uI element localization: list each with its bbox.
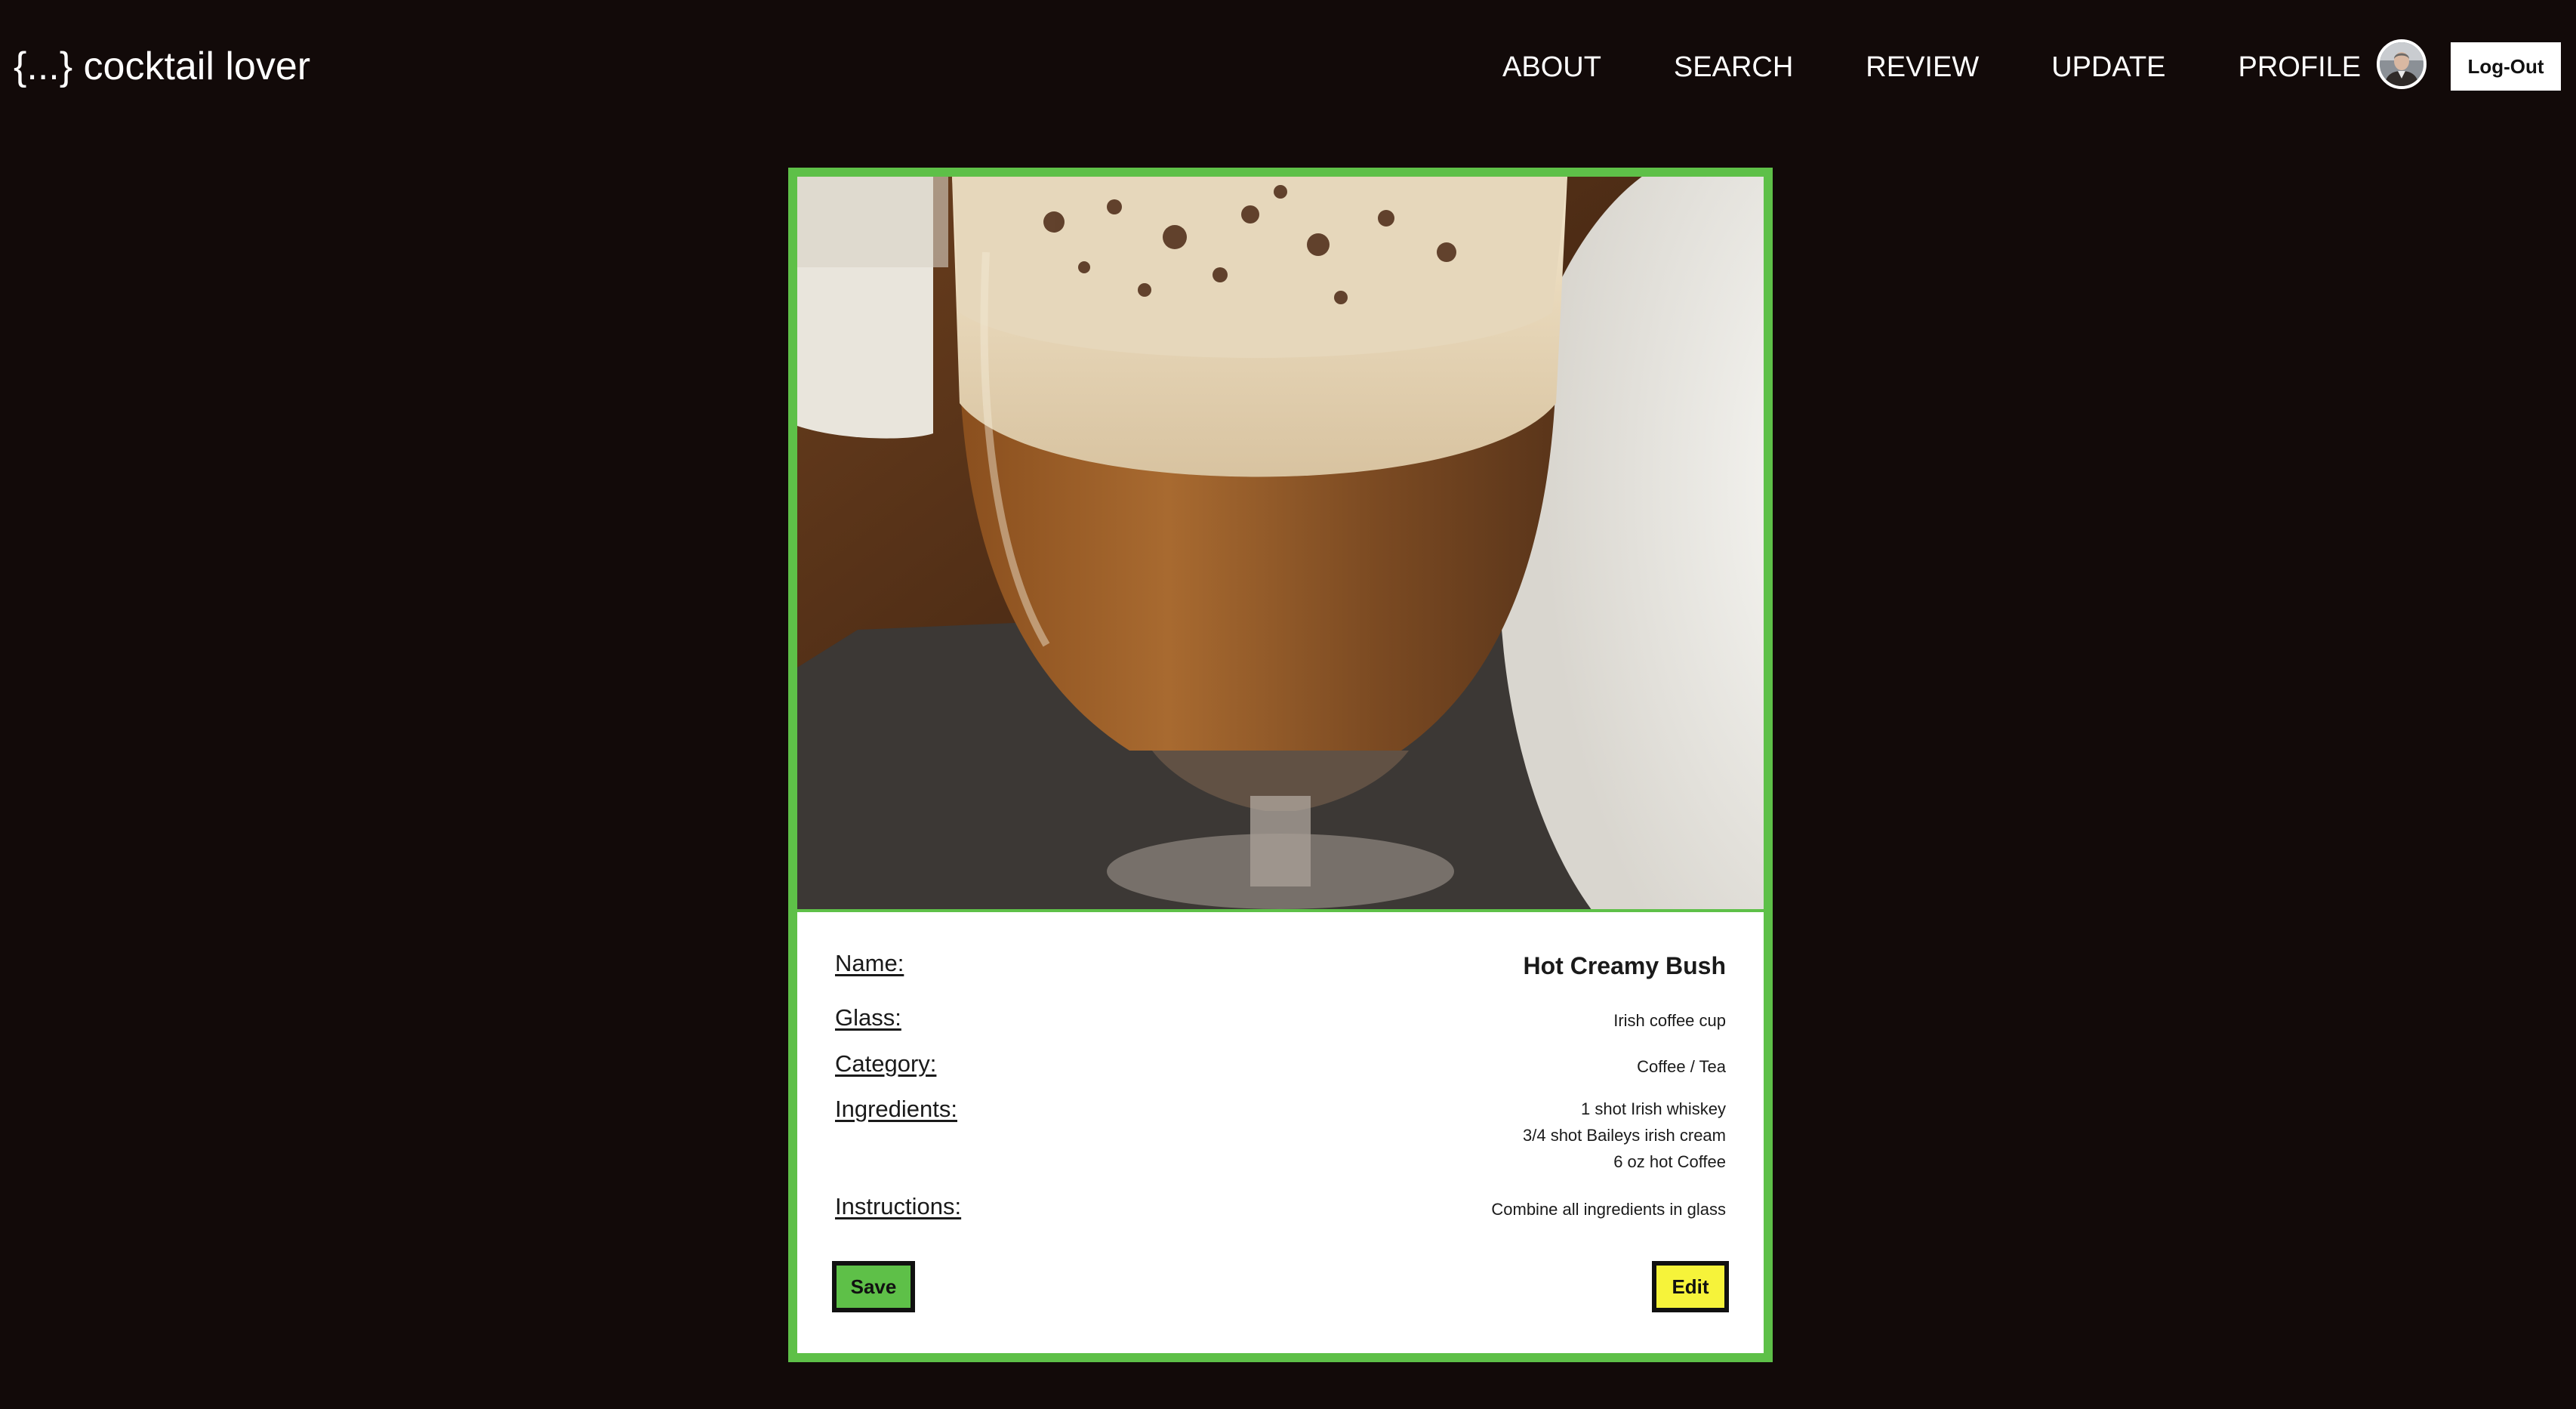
instructions-row: Instructions: Combine all ingredients in… [835, 1192, 1726, 1222]
user-portrait-icon [2380, 42, 2423, 86]
nav-review[interactable]: REVIEW [1866, 44, 1979, 91]
save-button[interactable]: Save [832, 1261, 915, 1312]
category-row: Category: Coffee / Tea [835, 1049, 1726, 1080]
instructions-value: Combine all ingredients in glass [1491, 1200, 1726, 1219]
nav-update[interactable]: UPDATE [2051, 44, 2165, 91]
logout-button[interactable]: Log-Out [2451, 42, 2561, 91]
brand-logo[interactable]: {...} cocktail lover [14, 39, 310, 94]
name-row: Name: Hot Creamy Bush [835, 948, 1726, 979]
ingredient-item: 3/4 shot Baileys irish cream [1523, 1126, 1726, 1145]
ingredients-label: Ingredients: [835, 1096, 957, 1122]
edit-button[interactable]: Edit [1652, 1261, 1729, 1312]
glass-row: Glass: Irish coffee cup [835, 1003, 1726, 1034]
category-label: Category: [835, 1050, 937, 1077]
category-value: Coffee / Tea [1637, 1057, 1726, 1076]
cocktail-name: Hot Creamy Bush [1523, 952, 1727, 979]
nav-about[interactable]: ABOUT [1502, 44, 1601, 91]
ingredient-item: 1 shot Irish whiskey [1581, 1099, 1726, 1118]
cocktail-photo [797, 177, 1764, 909]
ingredients-row: Ingredients: 1 shot Irish whiskey 3/4 sh… [835, 1094, 1726, 1175]
ingredients-list: 1 shot Irish whiskey 3/4 shot Baileys ir… [1523, 1094, 1726, 1175]
name-label: Name: [835, 950, 904, 976]
cocktail-photo-icon [797, 177, 1764, 909]
ingredient-item: 6 oz hot Coffee [1613, 1152, 1726, 1171]
glass-label: Glass: [835, 1004, 901, 1031]
instructions-label: Instructions: [835, 1193, 962, 1219]
nav-search[interactable]: SEARCH [1674, 44, 1793, 91]
nav-profile[interactable]: PROFILE [2239, 44, 2362, 91]
cocktail-card: Name: Hot Creamy Bush Glass: Irish coffe… [788, 168, 1773, 1362]
main-nav: ABOUT SEARCH REVIEW UPDATE PROFILE [1502, 44, 2361, 91]
glass-value: Irish coffee cup [1613, 1011, 1726, 1030]
user-avatar[interactable] [2377, 39, 2427, 89]
cocktail-details: Name: Hot Creamy Bush Glass: Irish coffe… [797, 909, 1764, 1353]
